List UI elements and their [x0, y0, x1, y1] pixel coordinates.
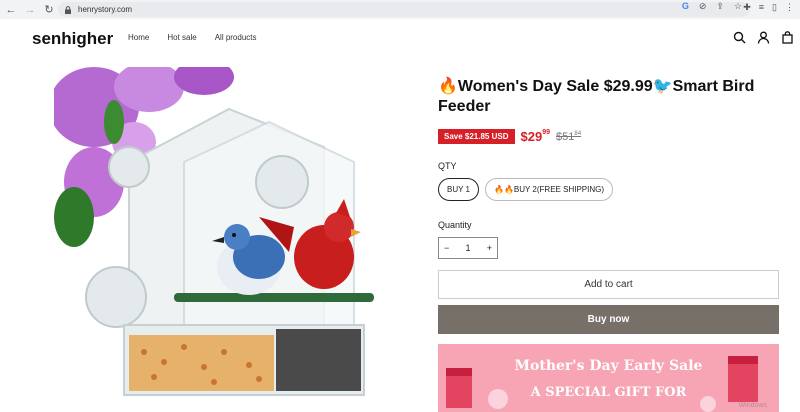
sidebar-icon[interactable]: ▯ [772, 2, 777, 13]
seed-tray [123, 324, 365, 396]
buy-now-button[interactable]: Buy now [438, 305, 779, 334]
product-image[interactable] [54, 67, 411, 412]
reading-list-icon[interactable]: ≡ [759, 2, 764, 13]
browser-toolbar: ← → ↻ henrystory.com G ⊘ ⇪ ☆ ✚ ≡ ▯ ⋮ [0, 0, 800, 19]
back-icon[interactable]: ← [3, 2, 19, 18]
variant-options: BUY 1 🔥🔥BUY 2(FREE SHIPPING) [438, 178, 613, 201]
main-menu: Home Hot sale All products [128, 33, 257, 42]
add-to-cart-button[interactable]: Add to cart [438, 270, 779, 299]
save-badge: Save $21.85 USD [438, 129, 515, 144]
menu-item-hot-sale[interactable]: Hot sale [167, 33, 196, 42]
menu-item-all-products[interactable]: All products [215, 33, 257, 42]
menu-item-home[interactable]: Home [128, 33, 149, 42]
store-logo[interactable]: senhigher [32, 29, 113, 49]
cart-icon[interactable] [780, 30, 794, 44]
sale-price: $2999 [520, 129, 551, 144]
compare-price: $5184 [556, 130, 582, 143]
reload-icon[interactable]: ↻ [41, 2, 57, 18]
forward-icon[interactable]: → [22, 2, 38, 18]
option-buy-2[interactable]: 🔥🔥BUY 2(FREE SHIPPING) [484, 178, 613, 201]
quantity-label: Quantity [438, 220, 472, 230]
product-title: 🔥Women's Day Sale $29.99🐦Smart Bird Feed… [438, 78, 755, 115]
promo-banner[interactable]: Mother's Day Early Sale A SPECIAL GIFT F… [438, 344, 779, 412]
star-icon[interactable]: ☆ [734, 1, 742, 12]
google-icon[interactable]: G [682, 1, 689, 12]
share-icon[interactable]: ⇪ [716, 1, 724, 12]
quantity-stepper: − 1 + [438, 237, 498, 259]
windows-watermark: Windows [738, 402, 767, 409]
account-icon[interactable] [756, 30, 770, 44]
increase-button[interactable]: + [487, 243, 492, 253]
decrease-button[interactable]: − [444, 243, 449, 253]
qty-label: QTY [438, 161, 457, 171]
store-header: senhigher Home Hot sale All products [0, 19, 800, 61]
menu-dots-icon[interactable]: ⋮ [785, 2, 794, 13]
eye-off-icon[interactable]: ⊘ [699, 1, 707, 12]
address-bar[interactable]: henrystory.com [58, 2, 750, 17]
quantity-input[interactable]: 1 [465, 243, 470, 253]
lock-icon [65, 5, 71, 14]
promo-subheadline: A SPECIAL GIFT FOR [530, 385, 687, 400]
perch [174, 293, 374, 302]
promo-headline: Mother's Day Early Sale [514, 358, 703, 374]
url-text: henrystory.com [78, 5, 133, 14]
search-icon[interactable] [732, 30, 746, 44]
extensions-icon[interactable]: ✚ [743, 2, 751, 13]
price-row: Save $21.85 USD $2999 $5184 [438, 129, 581, 144]
option-buy-1[interactable]: BUY 1 [438, 178, 479, 201]
